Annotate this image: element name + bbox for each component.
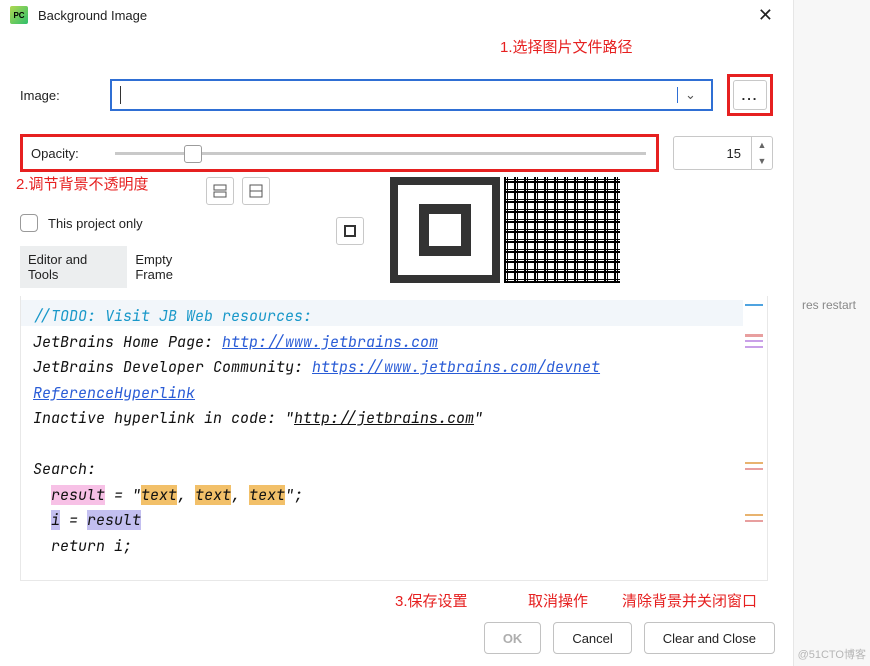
step-up-icon[interactable]: ▲ bbox=[752, 137, 772, 153]
reference-hyperlink[interactable]: ReferenceHyperlink bbox=[33, 383, 195, 403]
image-path-input[interactable]: ⌄ bbox=[110, 79, 713, 111]
browse-highlight: ... bbox=[727, 74, 773, 116]
project-only-label: This project only bbox=[48, 216, 143, 231]
preview-row bbox=[336, 177, 620, 283]
image-label: Image: bbox=[20, 88, 110, 103]
tile-mode-b-button[interactable] bbox=[242, 177, 270, 205]
link-devnet[interactable]: https://www.jetbrains.com/devnet bbox=[312, 357, 600, 377]
tab-editor-tools[interactable]: Editor and Tools bbox=[20, 246, 127, 288]
titlebar: PC Background Image ✕ bbox=[0, 0, 793, 30]
chevron-down-icon[interactable]: ⌄ bbox=[677, 87, 703, 103]
clear-close-button[interactable]: Clear and Close bbox=[644, 622, 775, 654]
opacity-highlight: Opacity: bbox=[20, 134, 659, 172]
window-title: Background Image bbox=[38, 8, 147, 23]
opacity-row: Opacity: 15 ▲ ▼ bbox=[20, 134, 773, 172]
background-hint: res restart bbox=[802, 298, 856, 312]
watermark: @51CTO博客 bbox=[798, 646, 866, 662]
pattern-preview-icon bbox=[504, 177, 620, 283]
project-only-checkbox[interactable] bbox=[20, 214, 38, 232]
dialog-footer: OK Cancel Clear and Close bbox=[484, 622, 775, 654]
tile-mode-a-button[interactable] bbox=[206, 177, 234, 205]
step-down-icon[interactable]: ▼ bbox=[752, 153, 772, 169]
project-only-row[interactable]: This project only bbox=[20, 214, 220, 232]
close-icon[interactable]: ✕ bbox=[750, 2, 781, 28]
square-preview-icon bbox=[390, 177, 500, 283]
tabs: Editor and Tools Empty Frame bbox=[20, 246, 220, 288]
code-preview: //TODO: Visit JB Web resources: JetBrain… bbox=[20, 296, 768, 581]
link-home[interactable]: http://www.jetbrains.com bbox=[222, 332, 438, 352]
opacity-stepper[interactable]: 15 ▲ ▼ bbox=[673, 136, 773, 170]
slider-thumb[interactable] bbox=[184, 145, 202, 163]
image-row: Image: ⌄ ... bbox=[20, 74, 773, 116]
opacity-value: 15 bbox=[727, 146, 751, 161]
cancel-button[interactable]: Cancel bbox=[553, 622, 631, 654]
browse-button[interactable]: ... bbox=[733, 80, 767, 110]
ok-button[interactable]: OK bbox=[484, 622, 542, 654]
placement-button[interactable] bbox=[336, 217, 364, 245]
opacity-slider[interactable] bbox=[115, 143, 646, 163]
background-image-dialog: PC Background Image ✕ Image: ⌄ ... Opaci… bbox=[0, 0, 794, 666]
tab-empty-frame[interactable]: Empty Frame bbox=[127, 246, 220, 288]
pycharm-icon: PC bbox=[10, 6, 28, 24]
tile-mode-group bbox=[206, 177, 270, 205]
opacity-label: Opacity: bbox=[31, 146, 101, 161]
